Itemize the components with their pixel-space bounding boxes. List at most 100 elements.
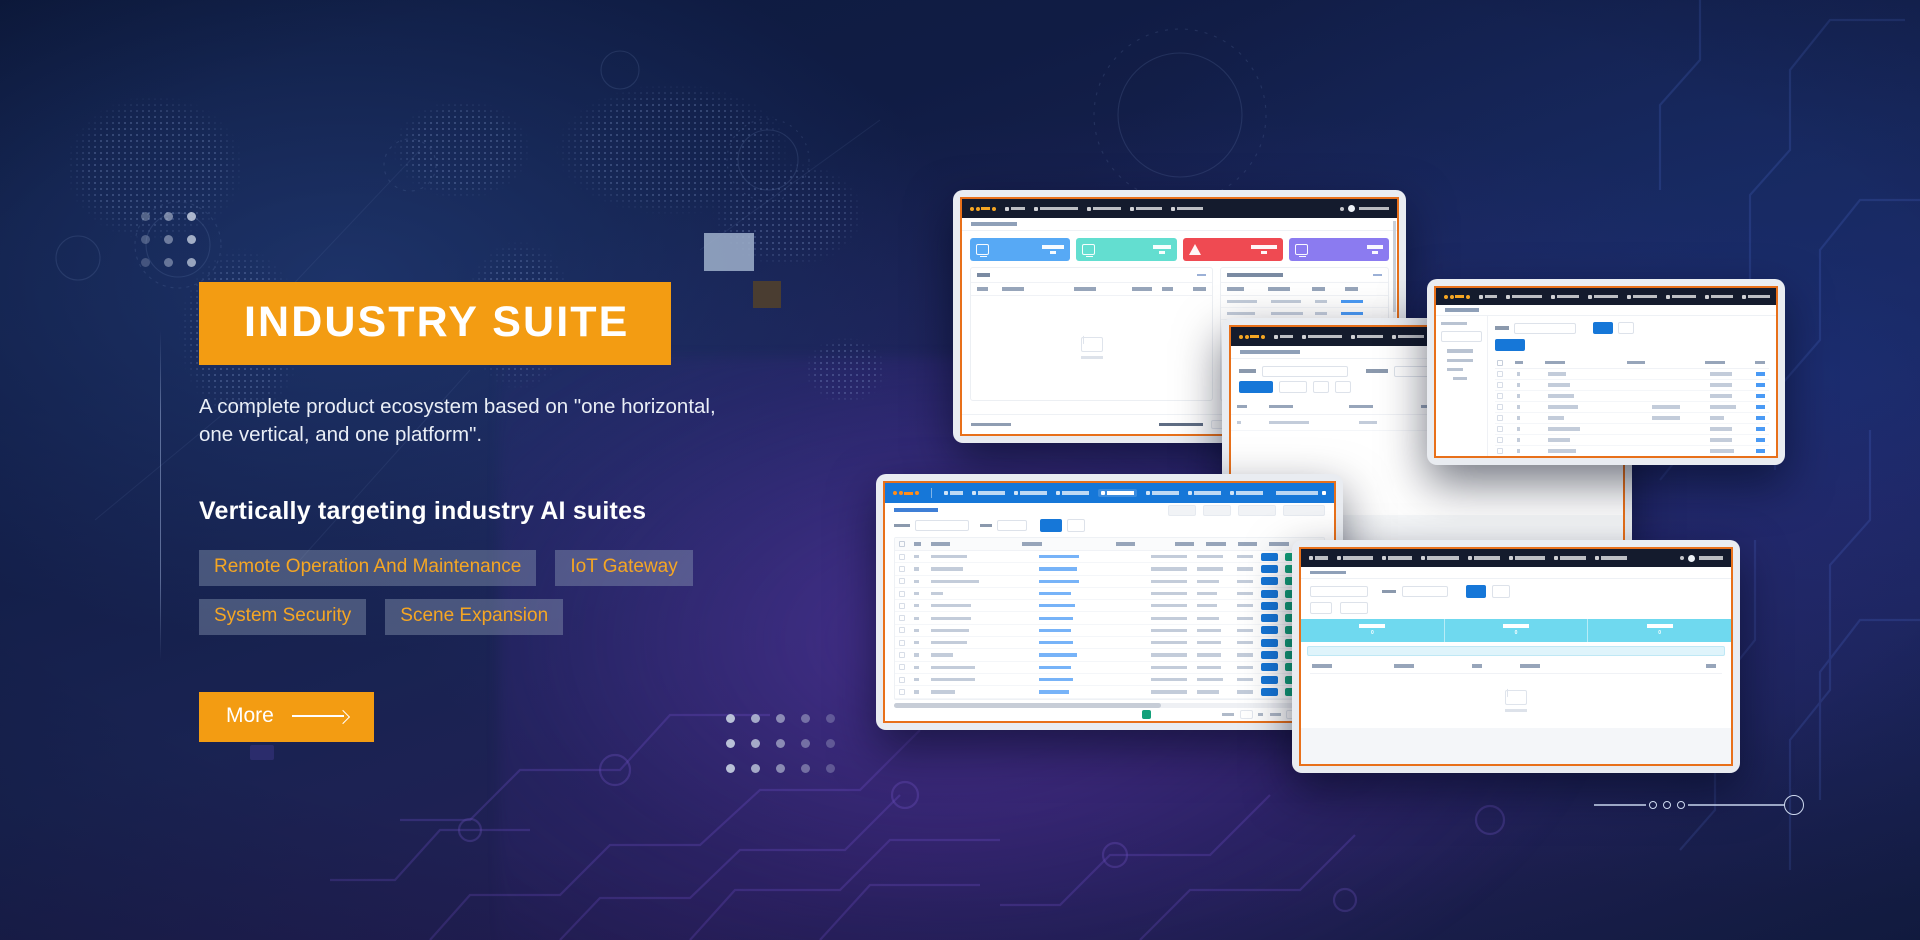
mockup-window-stats[interactable]: 0 0 0 [1292, 540, 1740, 773]
search-button[interactable] [1466, 585, 1486, 598]
table-row[interactable] [1495, 369, 1769, 380]
nav-item-ops[interactable] [1468, 556, 1500, 560]
download-template-button[interactable] [1279, 381, 1307, 393]
review-button[interactable] [1261, 564, 1278, 573]
nav-user-area[interactable] [1680, 554, 1723, 562]
table-row[interactable] [1495, 380, 1769, 391]
nav-item-orders[interactable] [1097, 489, 1137, 497]
stat-card-online[interactable] [1076, 238, 1177, 261]
tree-node[interactable] [1447, 367, 1463, 372]
nav-item-remote-workorder[interactable] [1301, 334, 1342, 339]
carousel-dot-2[interactable] [1663, 801, 1671, 809]
table-row[interactable] [895, 674, 1324, 687]
row-checkbox[interactable] [899, 553, 905, 560]
nav-item-contract[interactable] [1055, 491, 1089, 495]
row-checkbox[interactable] [899, 565, 905, 572]
nav-item-overview[interactable] [1309, 556, 1328, 560]
nav-item-bigscreen[interactable] [1554, 556, 1586, 560]
table-row[interactable] [1495, 435, 1769, 446]
review-button[interactable] [1261, 601, 1278, 610]
table-row[interactable] [895, 625, 1324, 638]
status-select[interactable] [997, 520, 1027, 531]
search-button[interactable] [1593, 322, 1613, 334]
table-row[interactable] [1495, 457, 1769, 458]
nav-item-home[interactable] [943, 491, 963, 495]
page-212[interactable] [1190, 710, 1204, 719]
nav-item-system[interactable] [1704, 294, 1733, 299]
table-row[interactable] [895, 563, 1324, 576]
row-checkbox[interactable] [899, 590, 905, 597]
tree-node[interactable] [1447, 358, 1473, 362]
reset-button[interactable] [1492, 585, 1510, 598]
table-row[interactable] [895, 612, 1324, 625]
review-button[interactable] [1261, 651, 1278, 660]
import-button[interactable] [1313, 381, 1329, 393]
nav-item-remote-workorder[interactable] [1337, 556, 1373, 560]
export-all-button[interactable] [1340, 602, 1368, 614]
nav-item-visualization[interactable] [1509, 556, 1545, 560]
search-input[interactable] [1262, 365, 1348, 377]
table-row[interactable] [1221, 296, 1388, 308]
row-checkbox[interactable] [899, 602, 905, 609]
nav-item-home[interactable] [1273, 334, 1293, 339]
nav-item-customer[interactable] [1550, 294, 1579, 299]
tag-remote-operation[interactable]: Remote Operation And Maintenance [199, 549, 537, 587]
reset-button[interactable] [1618, 322, 1634, 334]
row-checkbox[interactable] [899, 652, 905, 659]
mockup-window-catalog[interactable] [1427, 279, 1785, 465]
nav-item-customer[interactable] [1350, 334, 1383, 339]
nav-item-device[interactable] [1587, 294, 1618, 299]
nav-item-device-detail[interactable] [1421, 556, 1459, 560]
tag-system-security[interactable]: System Security [199, 599, 367, 636]
review-button[interactable] [1261, 614, 1278, 623]
search-input[interactable] [1514, 322, 1576, 334]
nav-item-customer[interactable] [1382, 556, 1412, 560]
nav-item-overview[interactable] [1478, 294, 1497, 299]
add-template-button[interactable] [1239, 381, 1273, 393]
nav-item-enterprise[interactable] [971, 491, 1005, 495]
review-button[interactable] [1261, 626, 1278, 635]
page-3[interactable] [1166, 710, 1175, 719]
keyword-input[interactable] [1310, 586, 1368, 597]
reset-button[interactable] [1067, 519, 1085, 532]
table-row[interactable] [1495, 391, 1769, 402]
export-task-button[interactable] [1238, 504, 1276, 516]
nav-item-product[interactable] [1013, 491, 1047, 495]
page-prev[interactable] [1130, 710, 1139, 719]
select-all-checkbox[interactable] [899, 541, 905, 547]
nav-item-permission[interactable] [1741, 294, 1770, 299]
page-jump-input[interactable] [1240, 709, 1253, 719]
table-row[interactable] [1495, 424, 1769, 435]
table-row[interactable] [895, 600, 1324, 613]
nav-user-area[interactable] [1276, 491, 1326, 495]
stat-card-total-devices[interactable] [970, 238, 1071, 261]
review-button[interactable] [1261, 577, 1278, 586]
secondary-action-button[interactable] [1310, 602, 1332, 614]
mockup-window-orders[interactable] [876, 474, 1343, 730]
carousel-dot-3[interactable] [1677, 801, 1685, 809]
nav-item-system-manage[interactable] [1170, 206, 1203, 211]
search-button[interactable] [1040, 519, 1062, 532]
nav-item-remote-ops[interactable] [1129, 206, 1162, 211]
review-button[interactable] [1261, 638, 1278, 647]
table-row[interactable] [895, 686, 1324, 699]
status-select[interactable] [1402, 586, 1448, 597]
tree-node[interactable] [1447, 349, 1473, 353]
nav-item-basic-data[interactable] [1145, 491, 1179, 495]
scrollbar-horizontal[interactable] [894, 702, 1325, 708]
row-checkbox[interactable] [899, 615, 905, 622]
stat-card-offline[interactable] [1288, 238, 1389, 261]
carousel-dot-1[interactable] [1649, 801, 1657, 809]
nav-item-workflow[interactable] [1187, 491, 1221, 495]
avatar[interactable] [1688, 554, 1695, 562]
unaudit-button[interactable] [1203, 504, 1231, 516]
nav-item-ops[interactable] [1626, 294, 1657, 299]
row-checkbox[interactable] [899, 627, 905, 634]
page-1[interactable] [1142, 709, 1151, 719]
table-row[interactable] [895, 576, 1324, 588]
more-dots-icon[interactable] [1197, 274, 1207, 276]
export-button[interactable] [1335, 381, 1351, 393]
nav-item-device-manage[interactable] [1086, 206, 1121, 211]
export-contract-button[interactable] [1283, 504, 1325, 516]
nav-user-area[interactable] [1340, 205, 1389, 212]
